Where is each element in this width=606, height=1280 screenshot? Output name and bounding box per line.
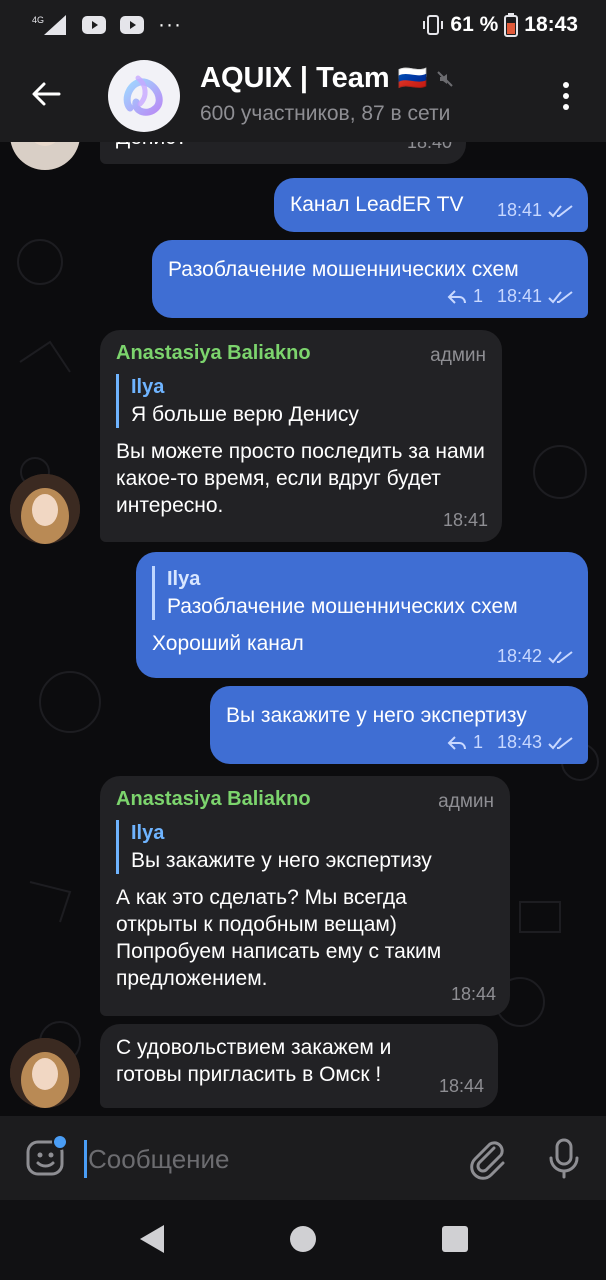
message-meta: 18:44 (439, 1073, 484, 1100)
reply-quote[interactable]: Ilya Разоблачение мошеннических схем (152, 566, 572, 620)
mute-icon (436, 70, 453, 87)
quote-text: Вы закажите у него экспертизу (131, 849, 432, 872)
attach-button[interactable] (464, 1136, 508, 1180)
more-vert-icon-dot (563, 93, 569, 99)
message-meta: 1 18:43 (447, 729, 574, 756)
message-bubble[interactable]: Anastasiya Baliakno админ Ilya Вы закажи… (100, 776, 510, 1016)
admin-badge: админ (430, 345, 486, 366)
reply-quote[interactable]: Ilya Вы закажите у него экспертизу (116, 820, 494, 874)
flag-icon: 🇷🇺 (397, 65, 428, 92)
more-menu-button[interactable] (548, 74, 584, 118)
read-ticks-icon (548, 204, 573, 217)
message-text: Вы закажите у него экспертизу (226, 704, 527, 727)
quote-text: Я больше верю Денису (131, 403, 359, 426)
message-bubble[interactable]: Денис? 18:40 (100, 142, 466, 164)
message-bubble[interactable]: С удовольствием закажем и готовы приглас… (100, 1024, 498, 1108)
admin-badge: админ (438, 791, 494, 812)
back-button[interactable] (22, 70, 70, 118)
text-cursor (84, 1140, 87, 1178)
mic-icon (549, 1138, 579, 1179)
avatar[interactable] (10, 474, 80, 544)
more-notifications-icon: ··· (158, 13, 182, 36)
attach-icon (470, 1141, 505, 1180)
group-logo-icon (123, 75, 163, 116)
quote-text: Разоблачение мошеннических схем (167, 595, 518, 618)
message-bubble[interactable]: Канал LeadER TV 18:41 (274, 178, 588, 232)
message-time: 18:41 (496, 200, 542, 220)
reply-count: 1 (472, 286, 483, 306)
chat-title-text: AQUIX | Team (200, 62, 390, 94)
message-text: А как это сделать? Мы всегда открыты к п… (116, 886, 442, 990)
message-meta: 18:42 (497, 643, 574, 670)
read-ticks-icon (548, 290, 573, 303)
nav-back-icon[interactable] (136, 1222, 168, 1256)
system-nav-bar (0, 1200, 606, 1280)
youtube-icon (120, 16, 144, 34)
message-time: 18:42 (496, 646, 542, 666)
reply-icon (447, 289, 466, 304)
message-time: 18:40 (406, 142, 452, 152)
network-label: 4G (32, 15, 44, 25)
message-text: Вы можете просто последить за нами какое… (116, 440, 485, 517)
reply-count: 1 (472, 732, 483, 752)
battery-percent: 61 % (450, 13, 499, 36)
nav-recents-icon[interactable] (442, 1226, 468, 1252)
vibrate-icon (423, 15, 444, 35)
message-list[interactable]: Денис? 18:40 Канал LeadER TV 18:41 Разоб… (0, 142, 606, 1116)
chat-title[interactable]: AQUIX | Team 🇷🇺 (200, 62, 454, 95)
message-text: Разоблачение мошеннических схем (168, 258, 519, 281)
message-bubble[interactable]: Anastasiya Baliakno админ Ilya Я больше … (100, 330, 502, 542)
user-photo (10, 474, 80, 544)
message-composer: Сообщение (0, 1116, 606, 1200)
quote-author: Ilya (131, 822, 165, 844)
message-meta: 18:41 (443, 507, 488, 534)
message-meta: 18:44 (451, 981, 496, 1008)
message-time: 18:43 (496, 732, 542, 752)
message-time: 18:41 (442, 510, 488, 530)
message-bubble[interactable]: Ilya Разоблачение мошеннических схем Хор… (136, 552, 588, 678)
more-vert-icon (563, 82, 569, 88)
nav-home-icon[interactable] (290, 1226, 316, 1252)
message-meta: 18:41 (497, 197, 574, 224)
quote-author: Ilya (167, 568, 201, 590)
clock: 18:43 (524, 13, 578, 36)
reply-icon (447, 735, 466, 750)
group-avatar[interactable] (108, 60, 180, 132)
message-meta: 18:40 (407, 142, 452, 156)
message-bubble[interactable]: Разоблачение мошеннических схем 1 18:41 (152, 240, 588, 318)
message-text: Денис? (116, 142, 187, 151)
status-bar: 4G ··· 61 % 18:43 (0, 0, 606, 50)
read-ticks-icon (548, 650, 573, 663)
mic-button[interactable] (542, 1136, 586, 1180)
more-vert-icon-dot (563, 104, 569, 110)
chat-header: AQUIX | Team 🇷🇺 600 участников, 87 в сет… (0, 50, 606, 142)
battery-icon (504, 13, 519, 37)
avatar[interactable] (10, 1038, 80, 1108)
message-input[interactable]: Сообщение (88, 1144, 230, 1175)
reply-quote[interactable]: Ilya Я больше верю Денису (116, 374, 486, 428)
message-text: С удовольствием закажем и готовы приглас… (116, 1036, 392, 1086)
message-time: 18:41 (496, 286, 542, 306)
message-time: 18:44 (438, 1076, 484, 1096)
youtube-icon (82, 16, 106, 34)
quote-author: Ilya (131, 376, 165, 398)
user-photo (10, 1038, 80, 1108)
read-ticks-icon (548, 736, 573, 749)
message-time: 18:44 (450, 984, 496, 1004)
chat-subtitle: 600 участников, 87 в сети (200, 102, 451, 125)
message-meta: 1 18:41 (447, 283, 574, 310)
notification-dot (52, 1134, 68, 1150)
back-arrow-icon (32, 82, 61, 106)
message-bubble[interactable]: Вы закажите у него экспертизу 1 18:43 (210, 686, 588, 764)
signal-icon: 4G (32, 15, 66, 35)
